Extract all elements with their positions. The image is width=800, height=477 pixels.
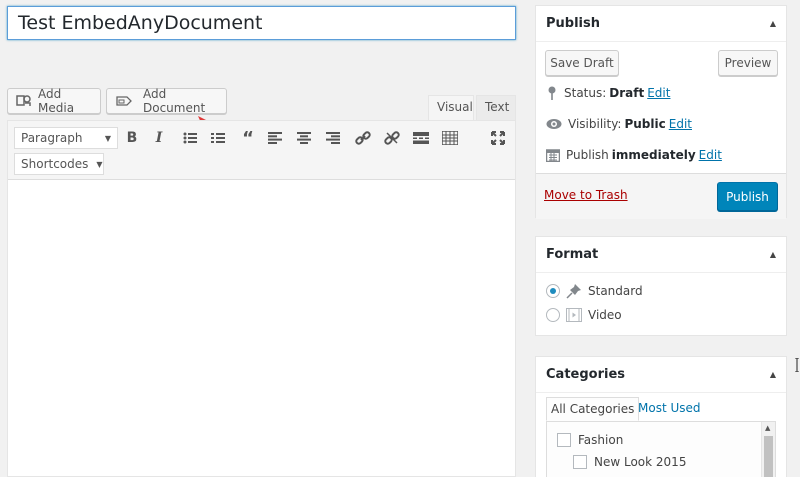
scroll-up-icon[interactable]: ▲ [765,424,770,432]
categories-box-header[interactable]: Categories ▲ [536,357,786,393]
numbered-list-icon[interactable] [206,127,230,149]
format-select-value: Paragraph [21,131,83,145]
collapse-toggle-icon[interactable]: ▲ [770,250,776,259]
align-right-icon[interactable] [321,127,345,149]
eye-icon [546,119,562,129]
categories-box-title: Categories [546,367,626,382]
calendar-icon [546,149,560,162]
schedule-edit-link[interactable]: Edit [699,148,722,162]
status-edit-link[interactable]: Edit [647,86,670,100]
save-draft-button[interactable]: Save Draft [545,50,619,76]
status-label: Status: [564,86,607,100]
align-left-icon[interactable] [263,127,287,149]
chevron-down-icon: ▼ [96,159,103,169]
radio-checked[interactable] [546,284,560,298]
preview-button[interactable]: Preview [718,50,778,76]
read-more-icon[interactable] [409,127,433,149]
publish-box: Publish ▲ Save Draft Preview Status: Dra… [535,5,787,219]
document-icon [116,96,132,106]
align-center-icon[interactable] [292,127,316,149]
status-value: Draft [609,86,645,100]
category-item-new-look-2015[interactable]: New Look 2015 [573,455,686,469]
shortcodes-select-value: Shortcodes [21,157,89,171]
visibility-label: Visibility: [568,117,622,131]
italic-icon[interactable]: I [147,127,171,149]
publish-value: immediately [611,148,696,162]
editor-content-area[interactable] [8,180,515,477]
collapse-toggle-icon[interactable]: ▲ [770,19,776,28]
pin-icon [548,86,556,100]
tab-text[interactable]: Text [476,95,516,120]
categories-scrollbar[interactable]: ▲ [761,422,775,477]
add-media-icon [16,95,31,106]
link-icon[interactable] [351,127,375,149]
bold-icon[interactable]: B [120,127,144,149]
unlink-icon[interactable] [380,127,404,149]
add-media-button[interactable]: Add Media [7,87,101,115]
move-to-trash-link[interactable]: Move to Trash [544,188,628,202]
category-label: New Look 2015 [594,455,687,469]
publish-actions: Move to Trash Publish [536,173,786,219]
collapse-toggle-icon[interactable]: ▲ [770,370,776,379]
tab-all-categories[interactable]: All Categories [546,397,640,421]
tab-visual[interactable]: Visual [428,95,474,120]
format-box: Format ▲ Standard Video [535,236,787,336]
format-box-title: Format [546,247,599,262]
visibility-edit-link[interactable]: Edit [669,117,692,131]
add-document-label: Add Document [143,87,206,115]
scrollbar-thumb[interactable] [764,436,773,477]
fullscreen-icon[interactable] [486,127,510,149]
categories-list: Fashion New Look 2015 ▲ [546,421,776,477]
pushpin-icon [566,284,581,299]
publish-button[interactable]: Publish [717,182,778,211]
category-item-fashion[interactable]: Fashion [557,433,623,447]
category-checkbox[interactable] [573,455,587,469]
status-row: Status: Draft Edit [546,86,670,100]
categories-box: Categories ▲ All Categories Most Used Fa… [535,356,787,477]
format-select[interactable]: Paragraph ▼ [14,127,118,149]
category-label: Fashion [578,433,624,447]
tab-most-used[interactable]: Most Used [634,397,705,421]
format-option-standard[interactable]: Standard [546,283,643,299]
category-checkbox[interactable] [557,433,571,447]
blockquote-icon[interactable]: “ [236,127,260,149]
toolbar-toggle-icon[interactable] [438,127,462,149]
video-icon [566,308,582,322]
visibility-value: Public [624,117,666,131]
format-box-header[interactable]: Format ▲ [536,237,786,273]
post-title-input[interactable]: Test EmbedAnyDocument [7,6,516,40]
format-option-standard-label: Standard [588,284,643,298]
shortcodes-select[interactable]: Shortcodes ▼ [14,153,104,175]
editor: Paragraph ▼ B I “ Shortcodes ▼ [7,120,516,477]
format-option-video-label: Video [588,308,622,322]
radio-unchecked[interactable] [546,308,560,322]
publish-label: Publish [566,148,609,162]
add-media-label: Add Media [38,87,75,115]
add-document-button[interactable]: Add Document [106,87,227,115]
bulleted-list-icon[interactable] [178,127,202,149]
format-option-video[interactable]: Video [546,308,622,322]
schedule-row: Publish immediately Edit [546,148,722,162]
visibility-row: Visibility: Public Edit [546,117,692,131]
chevron-down-icon: ▼ [104,133,111,143]
publish-box-title: Publish [546,16,600,31]
text-cursor-icon [795,358,799,372]
editor-toolbar: Paragraph ▼ B I “ Shortcodes ▼ [8,121,515,180]
publish-box-header[interactable]: Publish ▲ [536,6,786,42]
